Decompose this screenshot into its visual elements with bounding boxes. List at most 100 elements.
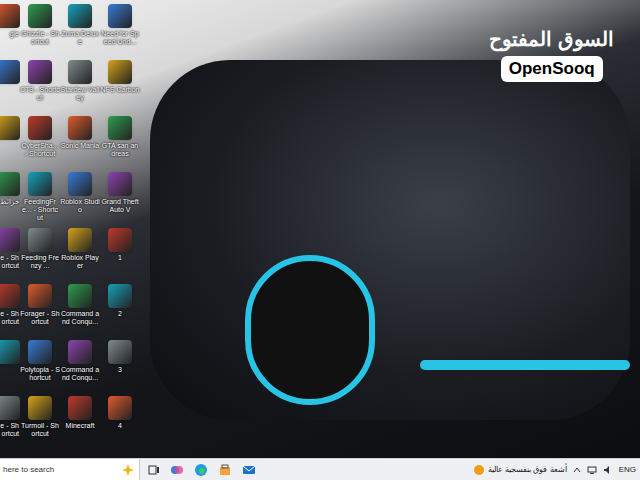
desktop-icon[interactable]: Roblox Player — [60, 224, 100, 280]
desktop-icon[interactable]: Command and Conqu... — [60, 336, 100, 392]
desktop-icon[interactable]: CT3 - Shortcut — [20, 56, 60, 112]
icon-label: Roblox Player — [60, 254, 100, 270]
desktop-icon[interactable]: e - Shortcut — [0, 224, 20, 280]
icon-label: Need for Speed Und... — [100, 30, 140, 46]
app-icon — [108, 284, 132, 308]
icon-label: e - Shortcut — [0, 422, 20, 438]
icon-label: NFS Carbon — [100, 86, 140, 94]
volume-icon[interactable] — [603, 465, 613, 475]
mail-icon[interactable] — [242, 463, 256, 477]
icon-label: خرائط — [0, 198, 20, 206]
desktop-icon[interactable]: gle — [0, 0, 20, 56]
desktop-icon[interactable]: Turmoil - Shortcut — [20, 392, 60, 448]
desktop-icon[interactable]: 2 — [100, 280, 140, 336]
car-accent — [420, 360, 630, 370]
taskbar-tray: أشعة فوق بنفسجية عالية ENG — [474, 464, 640, 476]
app-icon — [28, 4, 52, 28]
desktop-icon[interactable]: Ghizzle - Shortcut — [20, 0, 60, 56]
app-icon — [0, 340, 20, 364]
edge-icon[interactable] — [194, 463, 208, 477]
icon-label: 4 — [100, 422, 140, 430]
app-icon — [68, 4, 92, 28]
app-icon — [108, 60, 132, 84]
network-icon[interactable] — [587, 465, 597, 475]
icon-label: 2 — [100, 310, 140, 318]
app-icon — [28, 284, 52, 308]
desktop-icon[interactable]: Stardew Valley — [60, 56, 100, 112]
app-icon — [108, 340, 132, 364]
app-icon — [68, 396, 92, 420]
app-icon — [0, 396, 20, 420]
icon-label: CyberSha... - Shortcut — [20, 142, 60, 158]
task-view-icon[interactable] — [148, 464, 160, 476]
icon-label: 1 — [100, 254, 140, 262]
icon-label: Polytopia - Shortcut — [20, 366, 60, 382]
weather-widget[interactable]: أشعة فوق بنفسجية عالية — [474, 464, 567, 476]
desktop-icon[interactable]: Need for Speed Und... — [100, 0, 140, 56]
watermark: السوق المفتوح OpenSooq — [489, 26, 614, 82]
app-icon — [68, 116, 92, 140]
icon-label: gle — [0, 30, 20, 38]
icon-label: 3 — [100, 366, 140, 374]
app-icon — [68, 172, 92, 196]
app-icon — [28, 396, 52, 420]
desktop-icon[interactable]: Minecraft — [60, 392, 100, 448]
icon-column: gle خرائط e - Shortcut e - Shortcut e - Shor… — [0, 0, 20, 458]
icon-column: Zuma DeluxeStardew ValleySonic ManiaRobl… — [60, 0, 100, 458]
desktop-icon[interactable]: Command and Conqu... — [60, 280, 100, 336]
app-icon — [0, 4, 20, 28]
taskbar: here to search أشعة فوق بنفسجية عالية ENG — [0, 458, 640, 480]
desktop-icon[interactable]: خرائط — [0, 168, 20, 224]
app-icon — [0, 172, 20, 196]
desktop-icon[interactable]: GTA san andreas — [100, 112, 140, 168]
icon-label: FeedingFre... - Shortcut — [20, 198, 60, 222]
desktop-icon[interactable]: CyberSha... - Shortcut — [20, 112, 60, 168]
icon-label: Grand Theft Auto V — [100, 198, 140, 214]
desktop-icon[interactable]: 4 — [100, 392, 140, 448]
wheel — [245, 255, 375, 405]
chevron-up-icon[interactable] — [573, 466, 581, 474]
desktop-icon[interactable]: Zuma Deluxe — [60, 0, 100, 56]
desktop-icon[interactable]: e - Shortcut — [0, 280, 20, 336]
desktop-icons: gle خرائط e - Shortcut e - Shortcut e - Shor… — [0, 0, 140, 458]
app-icon — [0, 60, 20, 84]
desktop-icon[interactable]: FeedingFre... - Shortcut — [20, 168, 60, 224]
app-icon — [68, 284, 92, 308]
app-icon — [108, 228, 132, 252]
watermark-arabic: السوق المفتوح — [489, 26, 614, 52]
store-icon[interactable] — [218, 463, 232, 477]
icon-column: Need for Speed Und... NFS Carbon GTA san a… — [100, 0, 140, 458]
app-icon — [0, 284, 20, 308]
sparkle-icon — [121, 463, 135, 477]
desktop-icon[interactable] — [0, 112, 20, 168]
icon-column: Ghizzle - ShortcutCT3 - Shortcut CyberSha… — [20, 0, 60, 458]
desktop-icon[interactable]: 3 — [100, 336, 140, 392]
weather-text: أشعة فوق بنفسجية عالية — [488, 464, 567, 476]
desktop-icon[interactable]: Sonic Mania — [60, 112, 100, 168]
search-box[interactable]: here to search — [0, 459, 140, 480]
icon-label: Command and Conqu... — [60, 310, 100, 326]
desktop-icon[interactable] — [0, 336, 20, 392]
desktop: gle خرائط e - Shortcut e - Shortcut e - Shor… — [0, 0, 640, 480]
app-icon — [28, 116, 52, 140]
app-icon — [28, 60, 52, 84]
language-indicator[interactable]: ENG — [619, 464, 636, 476]
watermark-logo: OpenSooq — [501, 56, 603, 82]
desktop-icon[interactable]: 1 — [100, 224, 140, 280]
desktop-icon[interactable] — [0, 56, 20, 112]
icon-label: e - Shortcut — [0, 310, 20, 326]
desktop-icon[interactable]: Forager - Shortcut — [20, 280, 60, 336]
desktop-icon[interactable]: Grand Theft Auto V — [100, 168, 140, 224]
copilot-icon[interactable] — [170, 463, 184, 477]
desktop-icon[interactable]: NFS Carbon — [100, 56, 140, 112]
icon-label: Feeding Frenzy ... — [20, 254, 60, 270]
app-icon — [28, 172, 52, 196]
icon-label: Forager - Shortcut — [20, 310, 60, 326]
icon-label: GTA san andreas — [100, 142, 140, 158]
sun-icon — [474, 465, 484, 475]
desktop-icon[interactable]: e - Shortcut — [0, 392, 20, 448]
desktop-icon[interactable]: Roblox Studio — [60, 168, 100, 224]
desktop-icon[interactable]: Feeding Frenzy ... — [20, 224, 60, 280]
app-icon — [108, 172, 132, 196]
desktop-icon[interactable]: Polytopia - Shortcut — [20, 336, 60, 392]
